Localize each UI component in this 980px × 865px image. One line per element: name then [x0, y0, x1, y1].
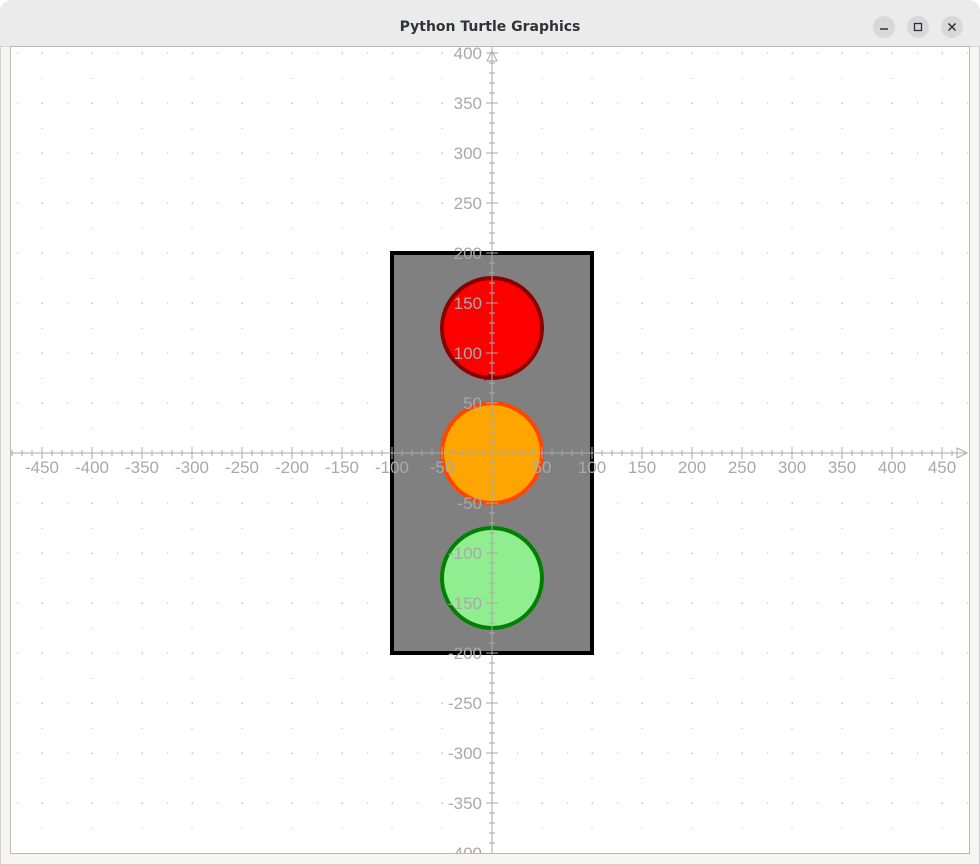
x-tick-label: 100 [578, 458, 606, 477]
y-tick-label: -300 [448, 744, 482, 763]
y-tick-label: -150 [448, 594, 482, 613]
x-tick-label: -450 [25, 458, 59, 477]
y-tick-label: 150 [454, 294, 482, 313]
close-button[interactable] [941, 16, 963, 38]
x-tick-label: 400 [878, 458, 906, 477]
maximize-icon [913, 22, 923, 32]
y-tick-label: 300 [454, 144, 482, 163]
x-tick-label: 50 [533, 458, 552, 477]
y-tick-label: -250 [448, 694, 482, 713]
x-tick-label: 300 [778, 458, 806, 477]
window-title: Python Turtle Graphics [399, 19, 581, 35]
x-tick-label: -100 [375, 458, 409, 477]
minimize-icon [880, 28, 888, 30]
y-tick-label: 50 [463, 394, 482, 413]
title-bar[interactable]: Python Turtle Graphics [0, 0, 980, 47]
x-tick-label: -250 [225, 458, 259, 477]
turtle-window: Python Turtle Graphics -450 -400 -350 -300-… [0, 0, 980, 865]
x-tick-label: -200 [275, 458, 309, 477]
y-tick-label: -350 [448, 794, 482, 813]
x-tick-label: -300 [175, 458, 209, 477]
minimize-button[interactable] [873, 16, 895, 38]
x-tick-label: -150 [325, 458, 359, 477]
y-tick-label: -400 [448, 844, 482, 853]
y-tick-label: 400 [454, 47, 482, 63]
y-tick-label: 350 [454, 94, 482, 113]
y-tick-label: 100 [454, 344, 482, 363]
x-tick-label: 450 [928, 458, 956, 477]
y-tick-label: -200 [448, 644, 482, 663]
x-tick-label: 200 [678, 458, 706, 477]
close-icon [947, 22, 957, 32]
x-tick-label: -50 [430, 458, 455, 477]
x-tick-label: 150 [628, 458, 656, 477]
x-tick-label: 350 [828, 458, 856, 477]
maximize-button[interactable] [907, 16, 929, 38]
y-tick-label: 200 [454, 244, 482, 263]
y-tick-label: -100 [448, 544, 482, 563]
x-tick-label: -350 [125, 458, 159, 477]
turtle-canvas[interactable]: -450 -400 -350 -300 -250 -200 -150 -100 -50 50 100… [11, 47, 969, 853]
turtle-canvas-frame[interactable]: -450 -400 -350 -300 -250 -200 -150 -100 -50 50 100… [10, 46, 970, 854]
x-tick-label: 250 [728, 458, 756, 477]
y-tick-label: 250 [454, 194, 482, 213]
x-tick-label: -400 [75, 458, 109, 477]
y-tick-label: -50 [457, 494, 482, 513]
